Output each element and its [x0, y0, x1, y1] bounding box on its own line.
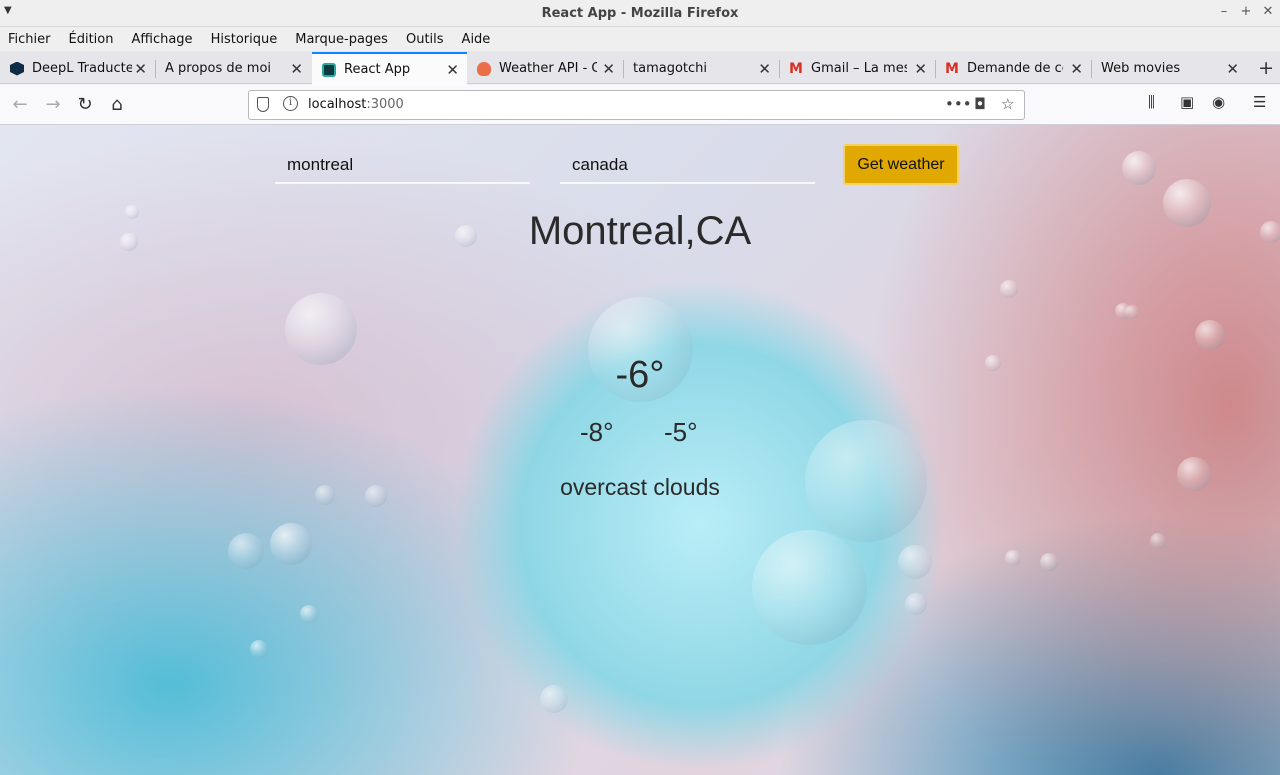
city-name: Montreal,CA — [528, 209, 752, 253]
tab-title: React App — [344, 62, 411, 77]
menu-outils[interactable]: Outils — [406, 32, 444, 47]
close-icon[interactable]: ✕ — [602, 60, 615, 78]
max-temperature: -5° — [664, 417, 698, 447]
account-icon[interactable]: ◉ — [1212, 93, 1225, 111]
gmail-icon: M — [789, 60, 803, 77]
country-input[interactable] — [560, 148, 815, 184]
weather-description: overcast clouds — [560, 474, 720, 500]
tab-deepl[interactable]: DeepL Traducteur ✕ — [0, 53, 155, 84]
tab-title: tamagotchi — [633, 61, 707, 76]
home-icon[interactable]: ⌂ — [105, 93, 129, 117]
page-actions-icon[interactable]: ••• — [945, 95, 972, 113]
tab-bar: DeepL Traducteur ✕ A propos de moi ✕ Rea… — [0, 51, 1280, 85]
site-info-icon[interactable]: i — [283, 96, 298, 111]
tab-web-movies[interactable]: Web movies ✕ — [1091, 53, 1247, 84]
city-input[interactable] — [275, 148, 530, 184]
tab-title: Weather API - OpenWeatherMap — [499, 61, 597, 76]
pocket-icon[interactable]: ◘ — [974, 95, 986, 113]
openweather-icon — [477, 61, 491, 76]
tracking-shield-icon[interactable] — [257, 97, 269, 112]
sidebar-icon[interactable]: ▣ — [1180, 93, 1194, 111]
tab-react-app[interactable]: React App ✕ — [312, 52, 467, 85]
menu-affichage[interactable]: Affichage — [131, 32, 192, 47]
window-title: React App - Mozilla Firefox — [541, 6, 739, 21]
close-icon[interactable]: ✕ — [1070, 60, 1083, 78]
navigation-bar: ← → ↻ ⌂ i localhost:3000 ••• ◘ ☆ — [0, 85, 1280, 125]
forward-arrow-icon[interactable]: → — [41, 93, 65, 117]
back-arrow-icon[interactable]: ← — [8, 93, 32, 117]
tab-demande-contact[interactable]: M Demande de contact ✕ — [935, 53, 1091, 84]
tab-title: Gmail – La messagerie — [811, 61, 907, 76]
new-tab-icon[interactable]: + — [1258, 57, 1274, 79]
tab-a-propos[interactable]: A propos de moi ✕ — [155, 53, 311, 84]
maximize-icon[interactable]: + — [1240, 4, 1252, 19]
close-icon[interactable]: ✕ — [1226, 60, 1239, 78]
min-temperature: -8° — [580, 417, 614, 447]
get-weather-button[interactable]: Get weather — [843, 144, 959, 185]
tab-gmail[interactable]: M Gmail – La messagerie ✕ — [779, 53, 935, 84]
tab-title: Web movies — [1101, 61, 1181, 76]
tab-title: Demande de contact — [967, 61, 1063, 76]
menu-aide[interactable]: Aide — [462, 32, 491, 47]
minimize-icon[interactable]: – — [1218, 4, 1230, 19]
menu-bar: Fichier Édition Affichage Historique Mar… — [0, 27, 1280, 51]
url-bar[interactable]: i localhost:3000 ••• ◘ ☆ — [248, 90, 1025, 120]
tab-title: A propos de moi — [165, 61, 272, 76]
current-temperature: -6° — [615, 354, 665, 396]
menu-fichier[interactable]: Fichier — [8, 32, 51, 47]
bookmark-star-icon[interactable]: ☆ — [1001, 95, 1014, 113]
tab-title: DeepL Traducteur — [32, 61, 132, 76]
menu-edition[interactable]: Édition — [69, 32, 114, 47]
close-icon[interactable]: ✕ — [134, 60, 147, 78]
library-icon[interactable]: ⫼ — [1148, 93, 1155, 111]
url-text[interactable]: localhost:3000 — [308, 97, 404, 112]
close-icon[interactable]: ✕ — [446, 61, 459, 79]
tab-tamagotchi[interactable]: tamagotchi ✕ — [623, 53, 779, 84]
close-icon[interactable]: ✕ — [758, 60, 771, 78]
close-icon[interactable]: ✕ — [290, 60, 303, 78]
menu-historique[interactable]: Historique — [211, 32, 278, 47]
tab-weather-api[interactable]: Weather API - OpenWeatherMap ✕ — [467, 53, 623, 84]
reload-icon[interactable]: ↻ — [73, 93, 97, 117]
close-icon[interactable]: ✕ — [914, 60, 927, 78]
deepl-icon — [10, 61, 24, 76]
window-titlebar: ▼ React App - Mozilla Firefox – + ✕ — [0, 0, 1280, 27]
hamburger-menu-icon[interactable]: ☰ — [1253, 93, 1266, 111]
weather-app: Get weather Montreal,CA -6° -8° -5° over… — [0, 125, 1280, 775]
close-window-icon[interactable]: ✕ — [1262, 4, 1274, 19]
menu-marque-pages[interactable]: Marque-pages — [295, 32, 388, 47]
react-icon — [322, 62, 336, 77]
gmail-icon: M — [945, 60, 959, 77]
